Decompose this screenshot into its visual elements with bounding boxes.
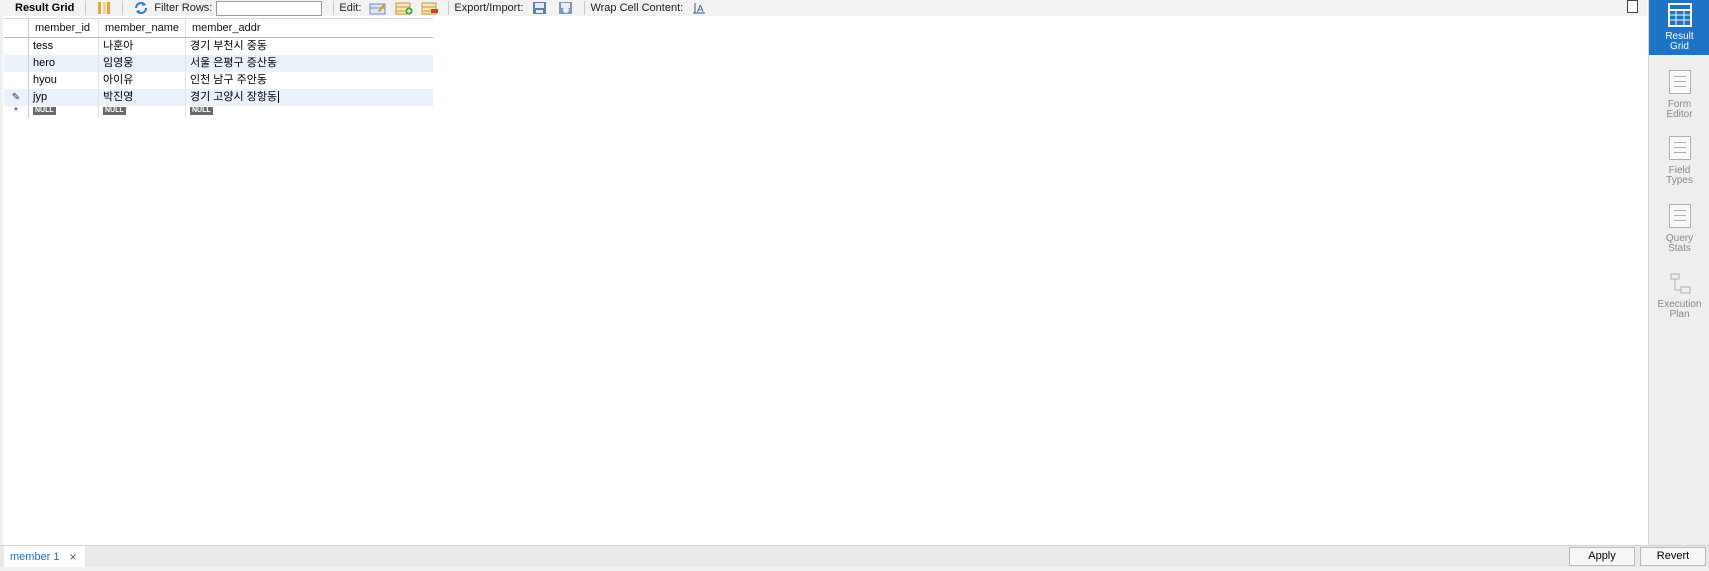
export-import-label: Export/Import:	[454, 2, 524, 14]
execution-plan-icon	[1667, 272, 1693, 296]
panel-toggle-icon[interactable]	[1627, 0, 1638, 13]
grid-layout-icon[interactable]	[95, 1, 114, 15]
sidebar-item-label: Editor	[1666, 109, 1693, 120]
column-header-member-name[interactable]: member_name	[99, 19, 186, 37]
toolbar-separator	[333, 1, 335, 15]
grid-header: member_id member_name member_addr	[4, 18, 433, 38]
sidebar-item-query-stats[interactable]: Query Stats	[1649, 204, 1709, 254]
edit-row-marker[interactable]: ✎	[4, 89, 29, 106]
apply-button[interactable]: Apply	[1569, 547, 1635, 566]
filter-rows-input[interactable]	[216, 0, 323, 16]
null-badge: NULL	[33, 107, 56, 115]
row-marker[interactable]	[4, 55, 29, 72]
text-caret	[278, 91, 280, 104]
new-row[interactable]: * NULL NULL NULL	[4, 106, 433, 123]
toolbar-separator	[584, 1, 586, 15]
column-header-member-id[interactable]: member_id	[29, 19, 99, 37]
result-grid-icon	[1667, 2, 1693, 28]
table-row[interactable]: tess 나훈아 경기 부천시 중동	[4, 38, 433, 55]
filter-rows-label: Filter Rows:	[154, 2, 213, 14]
cell-member-addr-editing[interactable]: 경기 고양시 장항동	[186, 89, 433, 106]
tab-label: member 1	[10, 551, 60, 563]
close-icon[interactable]: ×	[70, 550, 77, 564]
cell-member-name[interactable]: 나훈아	[99, 38, 186, 55]
cell-member-addr[interactable]: 서울 은평구 증산동	[186, 55, 433, 72]
cell-member-addr[interactable]: 경기 부천시 중동	[186, 38, 433, 55]
insert-row-icon[interactable]	[395, 1, 413, 15]
cell-edit-text[interactable]: 경기 고양시 장항동	[190, 91, 277, 103]
sidebar-item-execution-plan[interactable]: Execution Plan	[1649, 272, 1709, 320]
sidebar-item-field-types[interactable]: Field Types	[1649, 136, 1709, 186]
result-toolbar: Result Grid Filter Rows: Edit: Export/Im…	[0, 0, 1647, 16]
cell-member-id[interactable]: hero	[29, 55, 99, 72]
left-border	[0, 16, 3, 545]
column-header-member-addr[interactable]: member_addr	[186, 19, 433, 37]
result-tabs-bar: member 1 × Apply Revert	[0, 545, 1709, 568]
null-badge: NULL	[190, 107, 213, 115]
wrap-cell-label: Wrap Cell Content:	[590, 2, 684, 14]
status-strip	[0, 567, 1709, 571]
delete-row-icon[interactable]	[421, 1, 439, 15]
toolbar-separator	[448, 1, 450, 15]
form-editor-icon	[1668, 70, 1691, 94]
table-row[interactable]: hyou 아이유 인천 남구 주안동	[4, 72, 433, 89]
toolbar-separator	[122, 1, 124, 15]
cell-member-id[interactable]: tess	[29, 38, 99, 55]
cell-member-name[interactable]: 아이유	[99, 72, 186, 89]
sidebar-item-label: Grid	[1670, 41, 1689, 52]
toolbar-separator	[85, 1, 87, 15]
cell-member-name[interactable]: 박진영	[99, 89, 186, 106]
row-marker[interactable]	[4, 72, 29, 89]
sidebar-item-result-grid[interactable]: Result Grid	[1649, 0, 1709, 55]
edit-label: Edit:	[339, 2, 362, 14]
revert-button[interactable]: Revert	[1640, 547, 1706, 566]
sidebar-item-label: Stats	[1668, 243, 1691, 254]
sidebar-item-label: Plan	[1669, 309, 1690, 320]
cell-member-addr[interactable]: 인천 남구 주안동	[186, 72, 433, 89]
null-cell[interactable]: NULL	[186, 106, 433, 118]
cell-member-name[interactable]: 임영웅	[99, 55, 186, 72]
sidebar-item-form-editor[interactable]: Form Editor	[1649, 70, 1709, 120]
row-header-corner[interactable]	[4, 19, 29, 37]
export-icon[interactable]	[531, 1, 549, 15]
null-badge: NULL	[103, 107, 126, 115]
result-view-sidebar: Result Grid Form Editor Field Types Quer…	[1648, 0, 1709, 571]
null-cell[interactable]: NULL	[29, 106, 99, 118]
result-grid: member_id member_name member_addr tess 나…	[4, 18, 433, 123]
refresh-icon[interactable]	[132, 1, 150, 15]
sidebar-item-label: Types	[1666, 175, 1693, 186]
null-cell[interactable]: NULL	[99, 106, 186, 118]
tab-member-1[interactable]: member 1 ×	[4, 546, 85, 568]
table-row-editing[interactable]: ✎ jyp 박진영 경기 고양시 장항동	[4, 89, 433, 106]
edit-row-icon[interactable]	[369, 1, 387, 15]
import-icon[interactable]	[557, 1, 575, 15]
wrap-text-icon[interactable]: A	[691, 1, 709, 15]
table-row[interactable]: hero 임영웅 서울 은평구 증산동	[4, 55, 433, 72]
query-stats-icon	[1668, 204, 1691, 228]
cell-member-id[interactable]: hyou	[29, 72, 99, 89]
cell-member-id[interactable]: jyp	[29, 89, 99, 106]
field-types-icon	[1668, 136, 1691, 160]
new-row-marker[interactable]: *	[4, 106, 29, 118]
result-grid-title: Result Grid	[15, 2, 75, 14]
row-marker[interactable]	[4, 38, 29, 55]
